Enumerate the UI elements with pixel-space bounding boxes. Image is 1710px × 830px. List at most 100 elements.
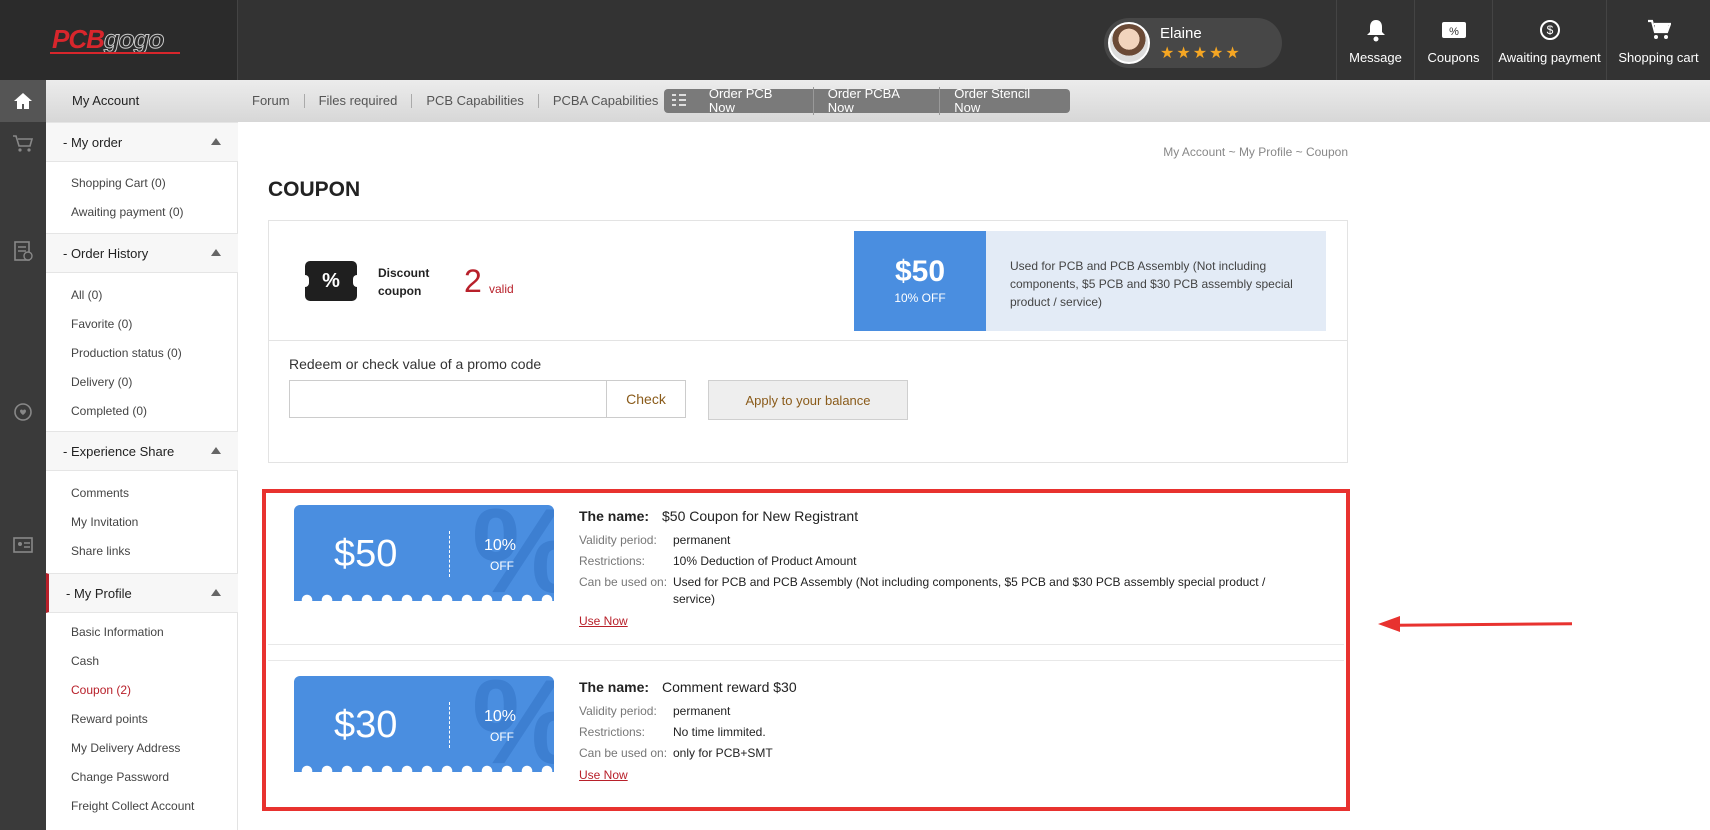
validity-label: Validity period: xyxy=(579,704,657,718)
shopping-cart-label: Shopping cart xyxy=(1618,49,1699,65)
coupon-name: Comment reward $30 xyxy=(662,679,797,695)
rating-stars: ★★★★★ xyxy=(1160,45,1242,62)
sidebar-item-all[interactable]: All (0) xyxy=(71,288,102,302)
coupon-icon: % xyxy=(1441,16,1467,44)
valid-coupon-count: 2 xyxy=(464,263,482,299)
logo-underline xyxy=(50,52,180,54)
coupon-off: OFF xyxy=(490,730,514,744)
top-header: PCBgogo Elaine ★★★★★ Message % Coupons $… xyxy=(0,0,1710,80)
use-now-link[interactable]: Use Now xyxy=(579,768,628,782)
pcb-capabilities-link[interactable]: PCB Capabilities xyxy=(412,94,539,108)
ticket-edge xyxy=(1322,231,1330,331)
order-history-rail-icon[interactable] xyxy=(10,240,36,266)
sidebar-item-delivery[interactable]: Delivery (0) xyxy=(71,375,132,389)
scalloped-edge xyxy=(294,764,554,772)
featured-coupon-amount: $50 xyxy=(894,255,946,288)
awaiting-payment-button[interactable]: $ Awaiting payment xyxy=(1492,0,1606,80)
sidebar-item-completed[interactable]: Completed (0) xyxy=(71,404,147,418)
my-account-link[interactable]: My Account xyxy=(72,93,139,108)
restrictions-value: 10% Deduction of Product Amount xyxy=(673,554,857,568)
pcba-capabilities-link[interactable]: PCBA Capabilities xyxy=(539,94,673,108)
validity-value: permanent xyxy=(673,704,731,718)
cart-rail-icon[interactable] xyxy=(10,134,36,160)
user-profile-pill[interactable]: Elaine ★★★★★ xyxy=(1104,18,1282,68)
coupon-percent: 10% xyxy=(484,708,517,725)
sidebar-item-favorite[interactable]: Favorite (0) xyxy=(71,317,132,331)
order-stencil-now-link[interactable]: Order Stencil Now xyxy=(940,87,1070,115)
icon-rail xyxy=(0,80,46,830)
use-now-link[interactable]: Use Now xyxy=(579,614,628,628)
breadcrumb[interactable]: My Account ~ My Profile ~ Coupon xyxy=(1150,145,1348,159)
sidebar-item-coupon[interactable]: Coupon (2) xyxy=(71,683,131,697)
valid-label: valid xyxy=(489,282,514,296)
order-history-section-header[interactable]: - Order History xyxy=(46,233,238,273)
order-pcba-now-link[interactable]: Order PCBA Now xyxy=(814,87,941,115)
apply-to-balance-button[interactable]: Apply to your balance xyxy=(708,380,908,420)
sidebar-item-share-links[interactable]: Share links xyxy=(71,544,130,558)
sidebar-item-shopping-cart[interactable]: Shopping Cart (0) xyxy=(71,176,166,190)
experience-share-rail-icon[interactable] xyxy=(10,401,36,427)
logo-area[interactable]: PCBgogo xyxy=(0,0,238,80)
subnav-links: Forum Files required PCB Capabilities PC… xyxy=(238,80,672,122)
page-title: COUPON xyxy=(268,178,361,201)
message-button[interactable]: Message xyxy=(1336,0,1414,80)
coupons-label: Coupons xyxy=(1427,49,1480,65)
forum-link[interactable]: Forum xyxy=(238,94,305,108)
user-name: Elaine xyxy=(1160,25,1202,42)
account-sidebar: - My order Shopping Cart (0) Awaiting pa… xyxy=(46,122,238,830)
featured-coupon-description-box: Used for PCB and PCB Assembly (Not inclu… xyxy=(986,231,1330,331)
sidebar-item-delivery-address[interactable]: My Delivery Address xyxy=(71,741,180,755)
sidebar-item-change-password[interactable]: Change Password xyxy=(71,770,169,784)
coupon-name: $50 Coupon for New Registrant xyxy=(662,508,859,524)
order-pcb-now-link[interactable]: Order PCB Now xyxy=(695,87,814,115)
validity-label: Validity period: xyxy=(579,533,657,547)
my-order-section-header[interactable]: - My order xyxy=(46,122,238,162)
profile-rail-icon[interactable] xyxy=(10,536,36,562)
svg-text:%: % xyxy=(1449,26,1459,38)
coupon-summary-panel: % Discount coupon 2 valid $50 10% OFF Us… xyxy=(268,220,1348,463)
scalloped-edge xyxy=(294,593,554,601)
promo-code-label: Redeem or check value of a promo code xyxy=(289,356,542,372)
row-divider xyxy=(268,644,1344,645)
coupon-card: % $50 10% OFF xyxy=(294,505,554,601)
collapse-arrow-icon xyxy=(211,249,221,256)
dashed-divider xyxy=(449,702,450,748)
coupon-amount: $30 xyxy=(334,704,398,746)
usage-label: Can be used on: xyxy=(579,746,668,760)
coupon-summary-top: % Discount coupon 2 valid $50 10% OFF Us… xyxy=(269,221,1347,341)
sidebar-item-comments[interactable]: Comments xyxy=(71,486,129,500)
sidebar-item-production-status[interactable]: Production status (0) xyxy=(71,346,182,360)
collapse-arrow-icon xyxy=(211,138,221,145)
pcbgogo-logo[interactable]: PCBgogo xyxy=(52,24,165,55)
sidebar-item-cash[interactable]: Cash xyxy=(71,654,99,668)
restrictions-label: Restrictions: xyxy=(579,554,646,568)
check-button[interactable]: Check xyxy=(606,380,686,418)
shopping-cart-button[interactable]: Shopping cart xyxy=(1606,0,1710,80)
promo-code-input[interactable] xyxy=(289,380,607,418)
discount-coupon-icon: % xyxy=(301,261,361,301)
files-required-link[interactable]: Files required xyxy=(305,94,413,108)
avatar[interactable] xyxy=(1108,22,1150,64)
my-profile-section-header[interactable]: - My Profile xyxy=(46,573,238,613)
sidebar-item-basic-information[interactable]: Basic Information xyxy=(71,625,164,639)
sub-navigation-bar: My Account Forum Files required PCB Capa… xyxy=(46,80,1710,122)
coupon-name-label: The name: xyxy=(579,679,650,695)
experience-share-section-header[interactable]: - Experience Share xyxy=(46,431,238,471)
sidebar-item-awaiting-payment[interactable]: Awaiting payment (0) xyxy=(71,205,184,219)
sidebar-item-my-invitation[interactable]: My Invitation xyxy=(71,515,138,529)
coupons-button[interactable]: % Coupons xyxy=(1414,0,1492,80)
collapse-arrow-icon xyxy=(211,589,221,596)
dashed-divider xyxy=(449,531,450,577)
cart-icon xyxy=(1647,16,1671,44)
sidebar-item-freight-collect-account[interactable]: Freight Collect Account xyxy=(71,799,194,813)
sidebar-item-reward-points[interactable]: Reward points xyxy=(71,712,148,726)
usage-label: Can be used on: xyxy=(579,575,668,589)
restrictions-label: Restrictions: xyxy=(579,725,646,739)
restrictions-value: No time limmited. xyxy=(673,725,766,739)
home-icon[interactable] xyxy=(0,80,46,122)
awaiting-payment-label: Awaiting payment xyxy=(1498,49,1601,65)
coupon-amount: $50 xyxy=(334,533,398,575)
usage-value: Used for PCB and PCB Assembly (Not inclu… xyxy=(673,575,1266,606)
arrow-head-icon xyxy=(1378,616,1400,632)
quick-order-icon xyxy=(664,93,695,110)
